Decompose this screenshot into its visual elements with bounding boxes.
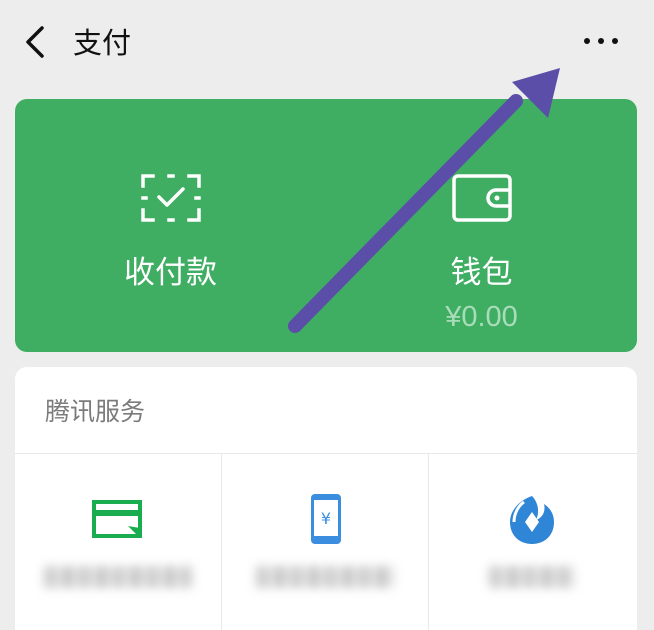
service-item-wealth[interactable]	[429, 454, 635, 630]
phone-yuan-icon: ¥	[311, 494, 341, 544]
wallet-button[interactable]: 钱包 ¥0.00	[326, 99, 637, 352]
wallet-label: 钱包	[450, 255, 513, 291]
svg-text:¥: ¥	[321, 509, 331, 528]
payment-page: 支付 收付款 钱包 ¥0.00 腾讯服务 ¥	[0, 0, 654, 630]
wealth-drop-icon	[510, 496, 554, 544]
more-dots-icon	[584, 38, 618, 44]
receive-pay-button[interactable]: 收付款	[15, 99, 326, 352]
service-label-blurred	[256, 562, 394, 592]
page-title: 支付	[73, 26, 132, 60]
top-bar: 支付	[0, 0, 654, 88]
back-button[interactable]	[22, 24, 54, 60]
service-label-blurred	[489, 562, 575, 592]
payment-card: 收付款 钱包 ¥0.00	[15, 99, 637, 352]
more-button[interactable]	[578, 26, 624, 56]
tencent-services-panel: 腾讯服务 ¥	[15, 367, 637, 630]
wallet-icon	[451, 174, 512, 222]
scan-check-icon	[140, 174, 201, 222]
service-item-mobile-topup[interactable]: ¥	[222, 454, 428, 630]
services-title: 腾讯服务	[45, 397, 146, 426]
card-icon	[92, 500, 142, 538]
service-item-card[interactable]	[15, 454, 221, 630]
chevron-left-icon	[26, 26, 44, 58]
wallet-balance: ¥0.00	[445, 301, 518, 333]
receive-pay-label: 收付款	[124, 255, 217, 291]
service-label-blurred	[44, 562, 192, 592]
